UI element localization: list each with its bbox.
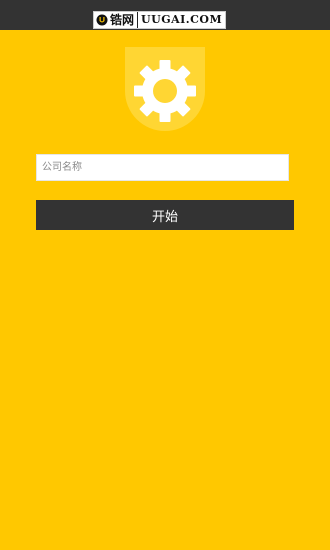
watermark-logo-icon: [96, 14, 108, 26]
watermark-brand: 锆网: [94, 12, 138, 28]
gear-shield-icon: [125, 47, 205, 131]
watermark-brand-en: UUGAI.COM: [137, 12, 226, 28]
watermark-brand-cn: 锆网: [110, 13, 135, 27]
start-button[interactable]: 开始: [36, 200, 294, 230]
app-logo: [121, 47, 209, 135]
company-name-input[interactable]: [36, 154, 289, 181]
watermark: 锆网 UUGAI.COM: [93, 11, 227, 29]
